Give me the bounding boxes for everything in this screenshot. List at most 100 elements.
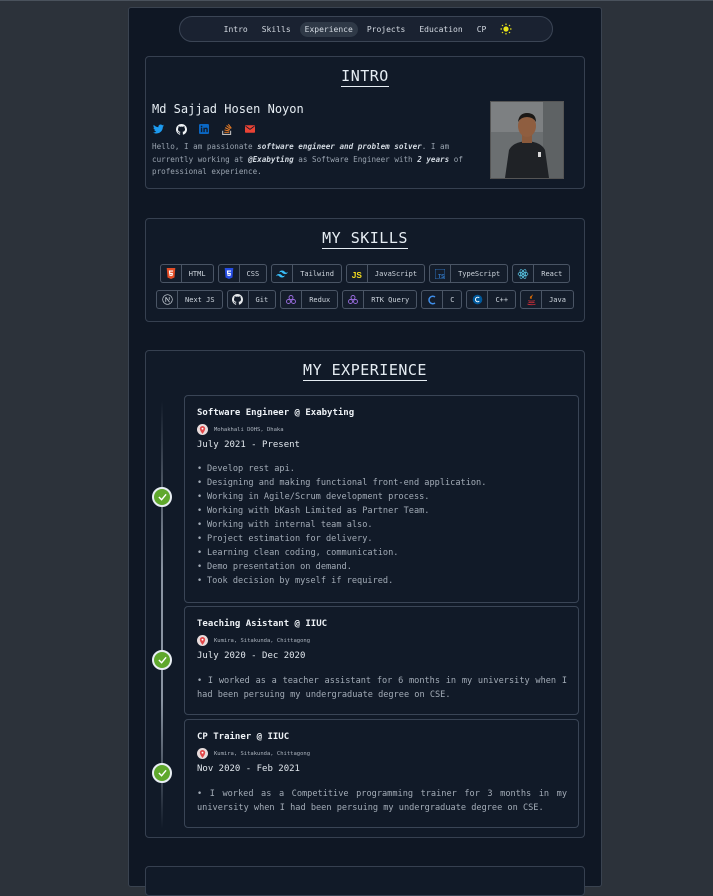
bio-text-3: as Software Engineer with — [293, 154, 418, 164]
skill-label: HTML — [188, 269, 206, 278]
skill-javascript: JS JavaScript — [345, 264, 426, 283]
intro-section: INTRO Md Sajjad Hosen Noyon Hello, I am … — [145, 56, 585, 189]
experience-card: CP Trainer @ IIUC Kumira, Sitakunda, Chi… — [184, 719, 579, 828]
skill-label: CSS — [246, 269, 260, 278]
skills-row-2: Next JS Git Redux RTK Query C C++ Java — [146, 290, 584, 309]
git-icon — [228, 291, 249, 308]
skill-react: React — [512, 264, 571, 283]
typescript-icon: TS — [430, 265, 452, 282]
bio-highlight-role: software engineer and problem solver — [257, 142, 422, 151]
skill-label: C++ — [495, 295, 509, 304]
experience-section: MY EXPERIENCE Software Engineer @ Exabyt… — [145, 350, 585, 838]
mail-icon[interactable] — [244, 123, 256, 135]
skill-tailwind: Tailwind — [271, 264, 342, 283]
job-description: • I worked as a teacher assistant for 6 … — [197, 676, 567, 700]
skill-label: Next JS — [185, 295, 215, 304]
javascript-icon: JS — [347, 265, 368, 282]
list-item: Demo presentation on demand. — [207, 560, 486, 574]
list-item: Designing and making functional front-en… — [207, 476, 486, 490]
skills-row-1: HTML CSS Tailwind JS JavaScript TS TypeScr… — [146, 264, 584, 283]
location-pin-icon — [197, 635, 208, 646]
skill-java: Java — [520, 290, 574, 309]
job-dates: July 2020 - Dec 2020 — [197, 651, 306, 661]
social-links — [152, 123, 256, 135]
linkedin-icon[interactable] — [198, 123, 210, 135]
experience-title: MY EXPERIENCE — [303, 361, 427, 381]
skill-label: C — [450, 295, 455, 304]
skill-label: JavaScript — [374, 269, 418, 278]
html5-icon — [161, 265, 182, 282]
skill-nextjs: Next JS — [156, 290, 223, 309]
svg-text:JS: JS — [352, 270, 363, 279]
next-section — [145, 866, 585, 896]
react-icon — [513, 265, 535, 282]
skill-label: Tailwind — [300, 269, 334, 278]
bio-text-1: Hello, I am passionate — [152, 142, 258, 151]
skill-css: CSS — [217, 264, 268, 283]
location-pin-icon — [197, 424, 208, 435]
job-title: Software Engineer @ Exabyting — [197, 408, 355, 418]
check-icon — [152, 487, 172, 507]
list-item: Working with bKash Limited as Partner Te… — [207, 504, 486, 518]
cpp-icon — [467, 291, 489, 308]
skill-label: Java — [549, 295, 566, 304]
check-icon — [152, 763, 172, 783]
c-icon — [422, 291, 444, 308]
list-item: Working in Agile/Scrum development proce… — [207, 490, 486, 504]
intro-bio: Hello, I am passionate software engineer… — [152, 141, 476, 179]
list-item: Learning clean coding, communication. — [207, 546, 486, 560]
list-item: Project estimation for delivery. — [207, 532, 486, 546]
skill-git: Git — [226, 290, 277, 309]
redux-icon — [281, 291, 303, 308]
stackoverflow-icon[interactable] — [221, 123, 233, 135]
bio-highlight-years: 2 years — [417, 154, 450, 164]
check-icon — [152, 650, 172, 670]
nav-cp[interactable]: CP — [472, 22, 492, 37]
nav-experience[interactable]: Experience — [299, 21, 358, 37]
list-item: Develop rest api. — [207, 462, 486, 476]
profile-name: Md Sajjad Hosen Noyon — [152, 102, 304, 116]
skill-rtk-query: RTK Query — [342, 290, 418, 309]
experience-card: Software Engineer @ Exabyting Mohakhali … — [184, 395, 579, 603]
rtk-query-icon — [343, 291, 365, 308]
nav-projects[interactable]: Projects — [362, 22, 411, 37]
nav-intro[interactable]: Intro — [219, 22, 253, 37]
experience-card: Teaching Asistant @ IIUC Kumira, Sitakun… — [184, 606, 579, 715]
tailwind-icon — [272, 265, 294, 282]
profile-photo — [490, 101, 564, 179]
skills-title: MY SKILLS — [322, 229, 408, 249]
github-icon[interactable] — [175, 123, 187, 135]
top-nav: Intro Skills Experience Projects Educati… — [179, 16, 553, 42]
job-dates: July 2021 - Present — [197, 440, 300, 450]
skill-label: React — [541, 269, 563, 278]
skill-redux: Redux — [280, 290, 339, 309]
location-text: Kumira, Sitakunda, Chittagong — [214, 637, 311, 644]
nextjs-icon — [157, 291, 179, 308]
list-item: Took decision by myself if required. — [207, 574, 486, 588]
job-location: Kumira, Sitakunda, Chittagong — [197, 635, 310, 646]
location-text: Kumira, Sitakunda, Chittagong — [214, 750, 311, 757]
bio-highlight-company: @Exabyting — [248, 154, 294, 164]
job-title: CP Trainer @ IIUC — [197, 732, 290, 742]
sun-icon[interactable] — [499, 22, 513, 36]
skill-typescript: TS TypeScript — [429, 264, 509, 283]
job-location: Kumira, Sitakunda, Chittagong — [197, 748, 310, 759]
skills-section: MY SKILLS HTML CSS Tailwind JS JavaScript… — [145, 218, 585, 322]
svg-text:TS: TS — [438, 273, 445, 278]
skill-label: RTK Query — [371, 295, 410, 304]
skill-label: Redux — [309, 295, 331, 304]
job-responsibilities: Develop rest api. Designing and making f… — [197, 462, 486, 588]
skill-c: C — [421, 290, 463, 309]
nav-education[interactable]: Education — [414, 22, 467, 37]
nav-skills[interactable]: Skills — [257, 22, 296, 37]
skill-label: Git — [255, 295, 269, 304]
twitter-icon[interactable] — [152, 123, 164, 135]
skill-label: TypeScript — [458, 269, 501, 278]
portfolio-page: Intro Skills Experience Projects Educati… — [128, 7, 602, 896]
skill-html: HTML — [159, 264, 214, 283]
window-top-border — [0, 0, 713, 1]
list-item: Working with internal team also. — [207, 518, 486, 532]
location-pin-icon — [197, 748, 208, 759]
java-icon — [521, 291, 543, 308]
location-text: Mohakhali DOHS, Dhaka — [214, 426, 284, 433]
